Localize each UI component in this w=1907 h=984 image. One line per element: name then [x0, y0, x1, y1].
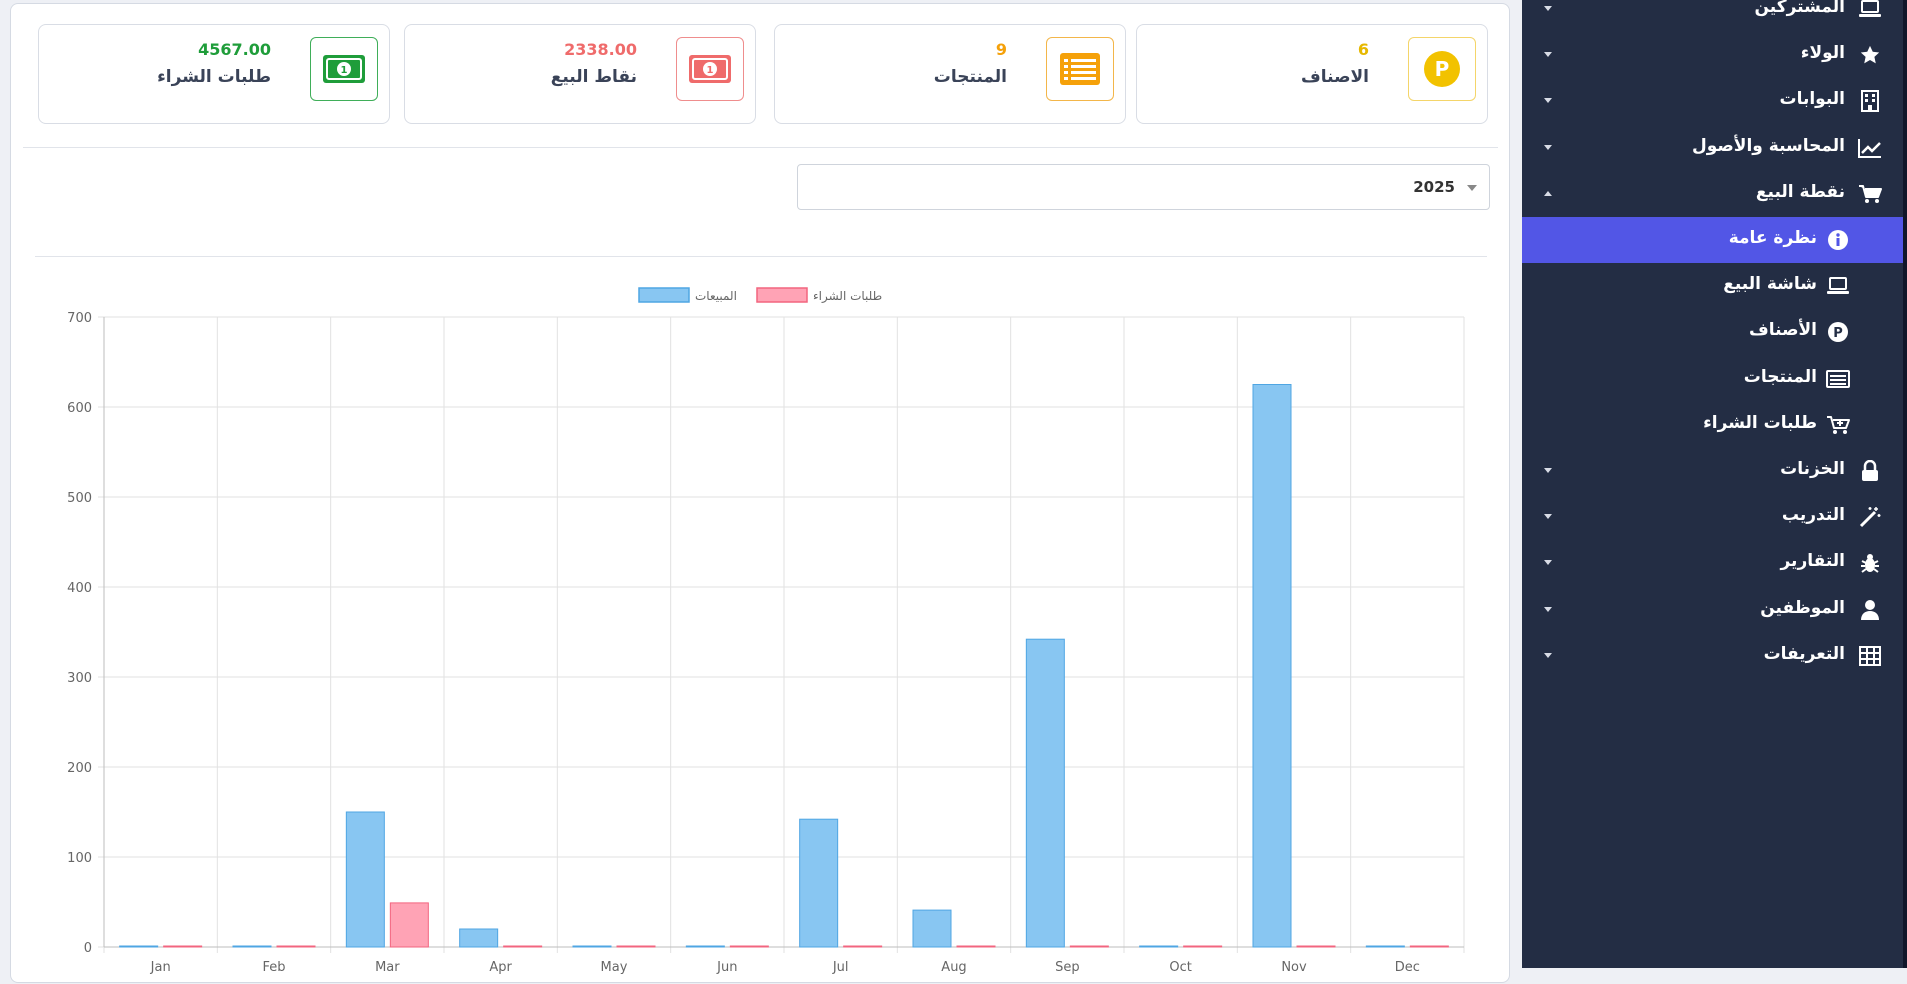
sidebar-item-1[interactable]: الولاء — [1522, 32, 1903, 78]
chart-line-icon — [1857, 135, 1883, 161]
y-tick-label: 300 — [67, 671, 92, 686]
chevron-down-icon — [1544, 653, 1552, 658]
sidebar-item-label: الموظفين — [1760, 598, 1845, 618]
sidebar: المشتركين الولاء البوابات المحاسبة والأصول ن… — [1522, 0, 1907, 968]
star-icon — [1857, 42, 1883, 68]
bar-sales — [685, 945, 725, 948]
bar-sales — [119, 945, 159, 948]
y-tick-label: 400 — [67, 581, 92, 596]
magic-wand-icon — [1857, 504, 1883, 530]
bar-purchase-orders — [1183, 945, 1223, 948]
bar-purchase-orders — [1296, 945, 1336, 948]
bar-purchase-orders — [1409, 945, 1449, 948]
sidebar-subitem-1[interactable]: شاشة البيع — [1522, 263, 1903, 309]
bar-sales — [1252, 384, 1292, 948]
sidebar-item-5[interactable]: الخزنات — [1522, 448, 1903, 494]
sidebar-item-label: التدريب — [1781, 505, 1845, 525]
bar-purchase-orders — [956, 945, 996, 948]
legend-swatch-sales — [638, 287, 690, 303]
cart-icon — [1857, 181, 1883, 207]
chevron-down-icon — [1544, 514, 1552, 519]
sidebar-subitem-2[interactable]: P الأصناف — [1522, 309, 1903, 355]
chevron-down-icon — [1544, 468, 1552, 473]
bug-icon — [1857, 550, 1883, 576]
bar-purchase-orders — [276, 945, 316, 948]
table-icon — [1857, 643, 1883, 669]
chevron-down-icon — [1544, 607, 1552, 612]
bar-sales — [1025, 638, 1065, 948]
chevron-down-icon — [1544, 52, 1552, 57]
chevron-down-icon — [1544, 6, 1552, 11]
bar-sales — [912, 909, 952, 948]
bar-sales — [345, 811, 385, 948]
bar-sales — [232, 945, 272, 948]
bar-purchase-orders — [729, 945, 769, 948]
sidebar-item-label: الخزنات — [1780, 459, 1845, 479]
bar-sales — [1139, 945, 1179, 948]
bar-purchase-orders — [616, 945, 656, 948]
y-tick-label: 600 — [67, 401, 92, 416]
bar-purchase-orders — [389, 902, 429, 948]
bar-purchase-orders — [503, 945, 543, 948]
bar-purchase-orders — [163, 945, 203, 948]
y-tick-label: 0 — [84, 941, 92, 956]
sidebar-item-label: التقارير — [1780, 551, 1845, 571]
sidebar-item-label: نظرة عامة — [1728, 228, 1817, 248]
sidebar-item-label: البوابات — [1779, 89, 1846, 109]
svg-text:P: P — [1833, 326, 1843, 341]
legend-label-purchase-orders: طلبات الشراء — [813, 289, 882, 304]
laptop-icon — [1825, 273, 1851, 299]
sidebar-item-0[interactable]: المشتركين — [1522, 0, 1903, 32]
bar-sales — [1365, 945, 1405, 948]
bar-sales — [459, 928, 499, 948]
sidebar-scrollbar[interactable] — [1903, 0, 1907, 968]
sidebar-item-9[interactable]: التعريفات — [1522, 633, 1903, 679]
sidebar-item-label: نقطة البيع — [1755, 182, 1845, 202]
list-icon — [1825, 366, 1851, 392]
sidebar-item-4[interactable]: نقطة البيع — [1522, 171, 1903, 217]
sidebar-item-7[interactable]: التقارير — [1522, 540, 1903, 586]
sidebar-item-2[interactable]: البوابات — [1522, 78, 1903, 124]
parking-circle-icon: P — [1825, 319, 1851, 345]
sidebar-subitem-3[interactable]: المنتجات — [1522, 356, 1903, 402]
dashboard-panel: P 6 الاصناف 9 المنتجات 1 2338.00 نقاط ال… — [10, 3, 1510, 983]
sidebar-item-label: التعريفات — [1763, 644, 1845, 664]
legend-label-sales: المبيعات — [695, 289, 737, 303]
sidebar-item-6[interactable]: التدريب — [1522, 494, 1903, 540]
bar-sales — [799, 818, 839, 948]
bar-purchase-orders — [1069, 945, 1109, 948]
sidebar-item-label: الأصناف — [1749, 320, 1817, 340]
monthly-bar-chart: 0100200300400500600700Jan Feb Mar Apr May Jun… — [67, 287, 1465, 975]
building-icon — [1857, 88, 1883, 114]
sidebar-item-label: المشتركين — [1754, 0, 1845, 17]
y-tick-label: 200 — [67, 761, 92, 776]
lock-icon — [1857, 458, 1883, 484]
sidebar-item-label: المحاسبة والأصول — [1691, 136, 1845, 156]
sidebar-item-label: طلبات الشراء — [1703, 413, 1817, 433]
chevron-down-icon — [1544, 145, 1552, 150]
sidebar-subitem-0[interactable]: نظرة عامة — [1522, 217, 1903, 263]
bar-sales — [572, 945, 612, 948]
sidebar-item-label: شاشة البيع — [1723, 274, 1817, 294]
user-icon — [1857, 597, 1883, 623]
sidebar-item-label: الولاء — [1800, 43, 1845, 63]
sidebar-item-3[interactable]: المحاسبة والأصول — [1522, 125, 1903, 171]
info-circle-icon — [1825, 227, 1851, 253]
y-tick-label: 100 — [67, 851, 92, 866]
legend-swatch-purchase-orders — [756, 287, 808, 303]
sidebar-item-label: المنتجات — [1743, 367, 1817, 387]
chevron-up-icon — [1544, 191, 1552, 196]
y-tick-label: 700 — [67, 311, 92, 326]
sidebar-item-8[interactable]: الموظفين — [1522, 587, 1903, 633]
sidebar-subitem-4[interactable]: طلبات الشراء — [1522, 402, 1903, 448]
cart-plus-icon — [1825, 412, 1851, 438]
chevron-down-icon — [1544, 560, 1552, 565]
bar-purchase-orders — [843, 945, 883, 948]
y-tick-label: 500 — [67, 491, 92, 506]
laptop-icon — [1857, 0, 1883, 22]
chevron-down-icon — [1544, 98, 1552, 103]
